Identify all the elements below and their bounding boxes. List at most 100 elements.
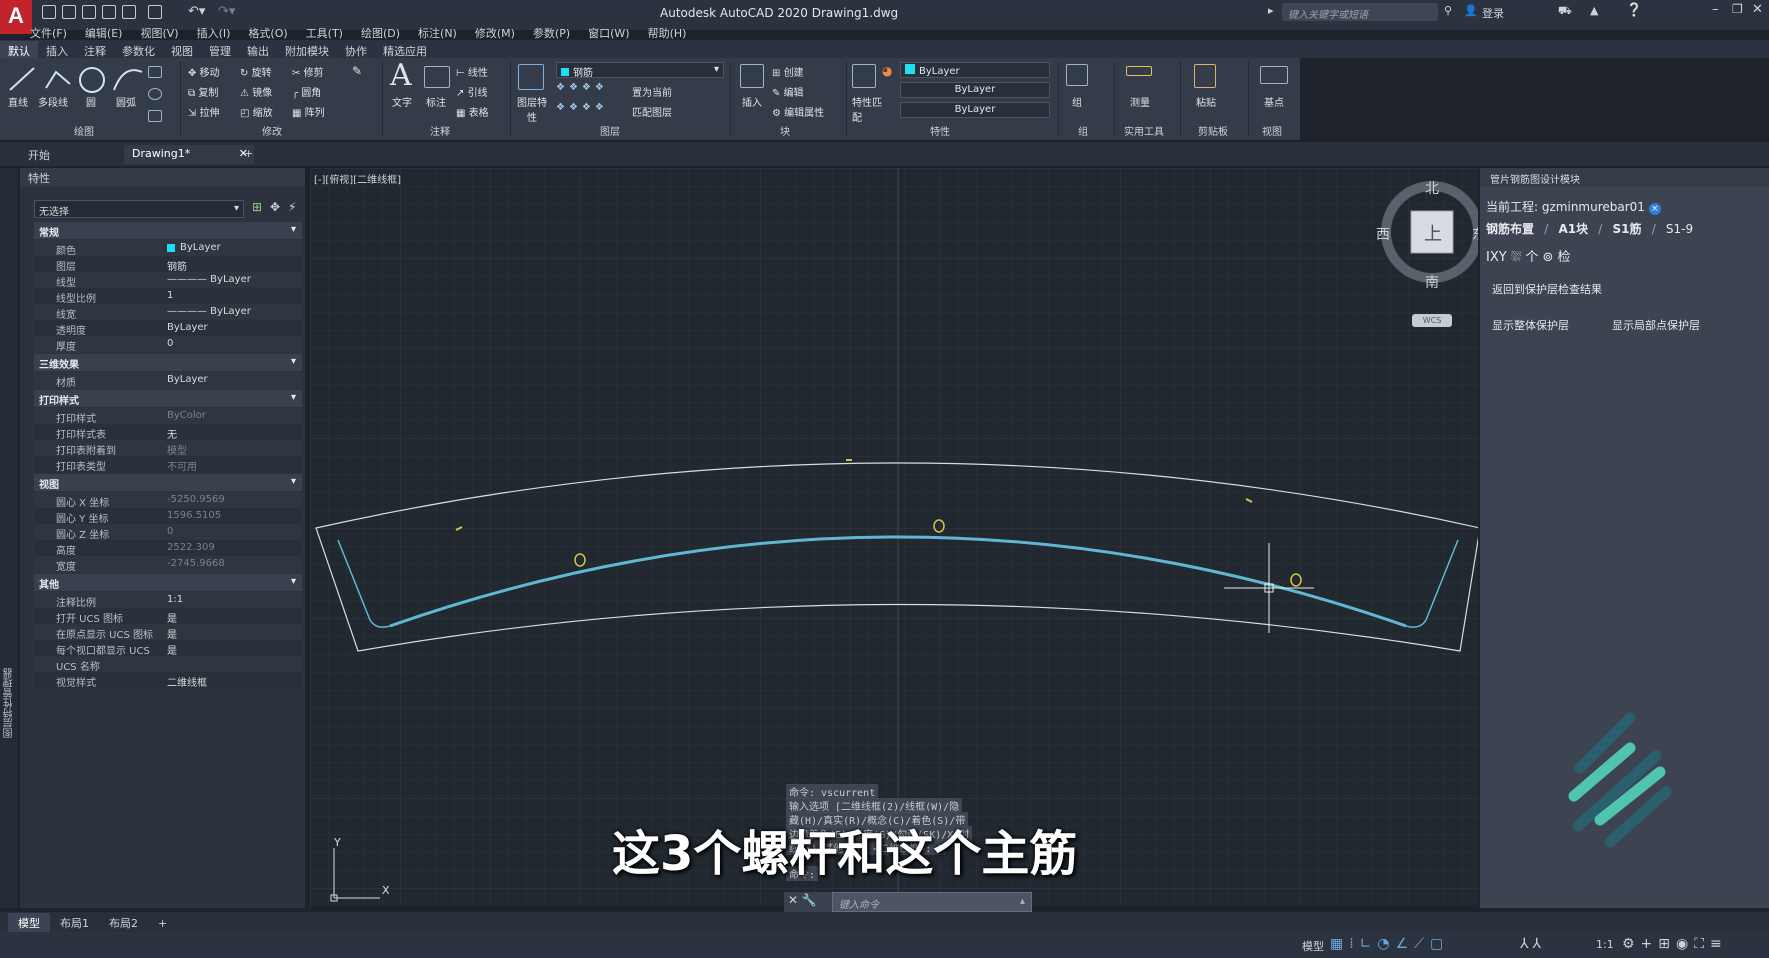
tab-drawing1[interactable]: Drawing1* ✕ [124,145,254,164]
crumb-s1-rebar[interactable]: S1筋 [1613,222,1642,236]
rectangle-icon[interactable] [148,66,162,78]
section-header[interactable]: 打印样式 ▾ [34,390,302,407]
layer-properties-button[interactable]: 图层特性 [514,94,550,124]
crumb-a1-block[interactable]: A1块 [1558,222,1588,236]
customize-command-icon[interactable]: 🔧 [802,893,817,907]
paste-icon[interactable] [1194,64,1216,88]
status-tools-icons[interactable]: ⚙+⊞◉⛶≡ [1622,936,1728,952]
layer-dropdown[interactable]: 钢筋 ▾ [556,62,724,79]
property-value[interactable]: 二维线框 [167,674,207,689]
property-row[interactable]: 在原点显示 UCS 图标 是 [34,624,302,641]
property-value[interactable]: 0 [167,338,173,349]
property-value[interactable]: ———— ByLayer [167,306,251,317]
property-value[interactable]: 是 [167,610,177,625]
share-icon[interactable] [148,5,162,19]
panel-tool-icons[interactable]: IXY ⛆ 个 ⊚ 检 [1486,246,1571,265]
edit-attributes-button[interactable]: ⚙ 编辑属性 [772,104,824,119]
cart-icon[interactable]: ⛟ [1558,4,1572,19]
create-block-button[interactable]: ⊞ 创建 [772,64,804,79]
linetype-dropdown[interactable]: ByLayer [900,82,1050,98]
linear-button[interactable]: ⊢ 线性 [456,64,488,79]
help-search-input[interactable]: 键入关键字或短语 [1282,3,1438,21]
help-icon[interactable]: ❔ [1626,3,1642,18]
property-row[interactable]: 打印样式 ByColor [34,408,302,425]
property-row[interactable]: 颜色 ByLayer [34,240,302,257]
viewcube-west[interactable]: 西 [1376,224,1390,244]
gradient-icon[interactable] [148,110,162,122]
rotate-button[interactable]: ↻ 旋转 [240,64,272,79]
section-header[interactable]: 常规 ▾ [34,222,302,239]
add-layout-button[interactable]: + [148,915,177,932]
menu-modify[interactable]: 修改(M) [475,25,515,41]
property-row[interactable]: 圆心 Z 坐标 0 [34,524,302,541]
fillet-button[interactable]: ╭ 圆角 [292,84,321,99]
user-icon[interactable]: 👤 [1464,4,1478,17]
viewcube-top-label[interactable]: 上 [1424,220,1442,246]
edit-block-button[interactable]: ✎ 编辑 [772,84,804,99]
menu-help[interactable]: 帮助(H) [648,25,687,41]
lineweight-dropdown[interactable]: ByLayer [900,102,1050,118]
property-row[interactable]: UCS 名称 [34,656,302,673]
polyline-button[interactable]: 多段线 [38,94,68,109]
array-button[interactable]: ▦ 阵列 [292,104,325,119]
menu-draw[interactable]: 绘图(D) [361,25,400,41]
move-button[interactable]: ✥ 移动 [188,64,220,79]
menu-dimension[interactable]: 标注(N) [418,25,457,41]
property-row[interactable]: 高度 2522.309 [34,540,302,557]
property-value[interactable]: 不可用 [167,458,197,473]
open-file-icon[interactable] [62,5,76,19]
palette-side-tab[interactable]: 图层特性管理器 [0,168,18,908]
arc-button[interactable]: 圆弧 [116,94,136,109]
base-view-icon[interactable] [1260,66,1288,84]
match-properties-icon[interactable] [852,64,876,88]
close-command-icon[interactable]: ✕ [788,893,798,907]
annotation-scale[interactable]: 1:1 [1596,938,1614,951]
crumb-rebar-layout[interactable]: 钢筋布置 [1486,222,1534,236]
plot-icon[interactable] [122,5,136,19]
pencil-icon[interactable]: ✎ [352,64,362,78]
insert-button[interactable]: 插入 [742,94,762,109]
save-as-icon[interactable] [102,5,116,19]
property-row[interactable]: 每个视口都显示 UCS 是 [34,640,302,657]
text-button[interactable]: 文字 [392,94,412,109]
menu-view[interactable]: 视图(V) [140,25,178,41]
tab-layout2[interactable]: 布局2 [99,913,148,933]
new-file-icon[interactable] [42,5,56,19]
crumb-s1-9[interactable]: S1-9 [1666,222,1693,236]
tab-model[interactable]: 模型 [8,913,50,933]
menu-window[interactable]: 窗口(W) [588,25,629,41]
property-row[interactable]: 圆心 X 坐标 -5250.9569 [34,492,302,509]
property-value[interactable]: ByLayer [180,242,221,253]
drafting-toggles-icons[interactable]: ▦⁞∟◔∠⟋▢ [1330,936,1449,952]
viewcube-east[interactable]: 东 [1472,224,1478,244]
layer-tools-icons[interactable]: ❖❖❖❖ [556,82,608,93]
menu-parametric[interactable]: 参数(P) [533,25,570,41]
measure-button[interactable]: 测量 [1130,94,1150,109]
search-arrow-icon[interactable]: ▸ [1268,4,1274,17]
text-icon[interactable]: A [390,58,412,93]
annotation-icons[interactable]: ⅄⅄ [1520,936,1545,952]
property-row[interactable]: 宽度 -2745.9668 [34,556,302,573]
wcs-menu[interactable]: WCS [1412,314,1452,327]
property-value[interactable]: 是 [167,626,177,641]
property-row[interactable]: 打开 UCS 图标 是 [34,608,302,625]
property-row[interactable]: 厚度 0 [34,336,302,353]
property-row[interactable]: 线型比例 1 [34,288,302,305]
section-header[interactable]: 三维效果 ▾ [34,354,302,371]
login-link[interactable]: 登录 [1482,5,1504,21]
match-layer-button[interactable]: 匹配图层 [632,104,672,119]
line-button[interactable]: 直线 [8,94,28,109]
undo-icon[interactable]: ↶▾ [188,4,205,19]
measure-icon[interactable] [1126,66,1152,76]
autocad-logo-icon[interactable]: A [0,0,32,34]
property-row[interactable]: 注释比例 1:1 [34,592,302,609]
viewcube-north[interactable]: 北 [1425,178,1439,198]
menu-file[interactable]: 文件(F) [30,25,67,41]
property-row[interactable]: 线宽 ———— ByLayer [34,304,302,321]
property-value[interactable]: 无 [167,426,177,441]
dimension-icon[interactable] [424,66,450,88]
a360-icon[interactable]: ▲ [1590,4,1598,17]
insert-block-icon[interactable] [740,64,764,88]
property-value[interactable]: 模型 [167,442,187,457]
show-local-cover-button[interactable]: 显示局部点保护层 [1612,317,1700,333]
